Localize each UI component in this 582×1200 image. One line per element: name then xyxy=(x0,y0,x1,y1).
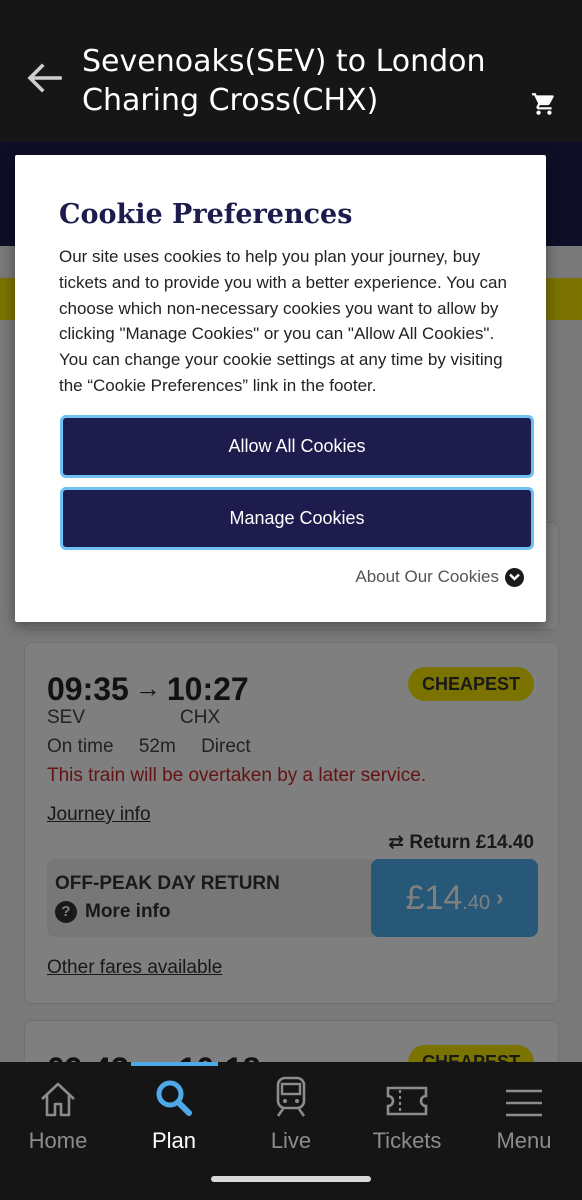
allow-all-cookies-button[interactable]: Allow All Cookies xyxy=(60,415,534,478)
nav-label-live: Live xyxy=(270,1128,312,1153)
nav-item-tickets[interactable]: Tickets xyxy=(349,1072,465,1168)
arrow-left-icon xyxy=(27,63,62,93)
search-icon xyxy=(154,1072,194,1118)
ticket-icon xyxy=(385,1072,429,1118)
home-icon xyxy=(38,1072,78,1118)
manage-cookies-button[interactable]: Manage Cookies xyxy=(60,487,534,550)
cart-button[interactable] xyxy=(528,88,560,120)
cookie-preferences-dialog: Cookie Preferences Our site uses cookies… xyxy=(15,155,546,622)
nav-item-home[interactable]: Home xyxy=(0,1072,116,1168)
nav-label-home: Home xyxy=(28,1128,88,1153)
nav-item-live[interactable]: Live xyxy=(233,1072,349,1168)
app-header: Sevenoaks(SEV) to London Charing Cross(C… xyxy=(0,0,582,142)
nav-label-tickets: Tickets xyxy=(372,1128,442,1153)
dialog-title: Cookie Preferences xyxy=(59,199,353,230)
chevron-down-icon xyxy=(505,567,524,587)
cart-icon xyxy=(532,93,554,115)
about-cookies-link[interactable]: About Our Cookies xyxy=(355,567,524,587)
about-cookies-label: About Our Cookies xyxy=(355,567,499,586)
dialog-body: Our site uses cookies to help you plan y… xyxy=(59,247,507,395)
page-title: Sevenoaks(SEV) to London Charing Cross(C… xyxy=(82,44,486,118)
active-tab-indicator xyxy=(131,1062,218,1066)
menu-icon xyxy=(504,1072,544,1118)
nav-item-plan[interactable]: Plan xyxy=(116,1072,232,1168)
nav-label-menu: Menu xyxy=(496,1128,552,1153)
back-button[interactable] xyxy=(24,60,64,96)
train-icon xyxy=(273,1072,309,1118)
nav-item-menu[interactable]: Menu xyxy=(466,1072,582,1168)
nav-label-plan: Plan xyxy=(151,1128,197,1153)
home-indicator[interactable] xyxy=(211,1176,371,1182)
